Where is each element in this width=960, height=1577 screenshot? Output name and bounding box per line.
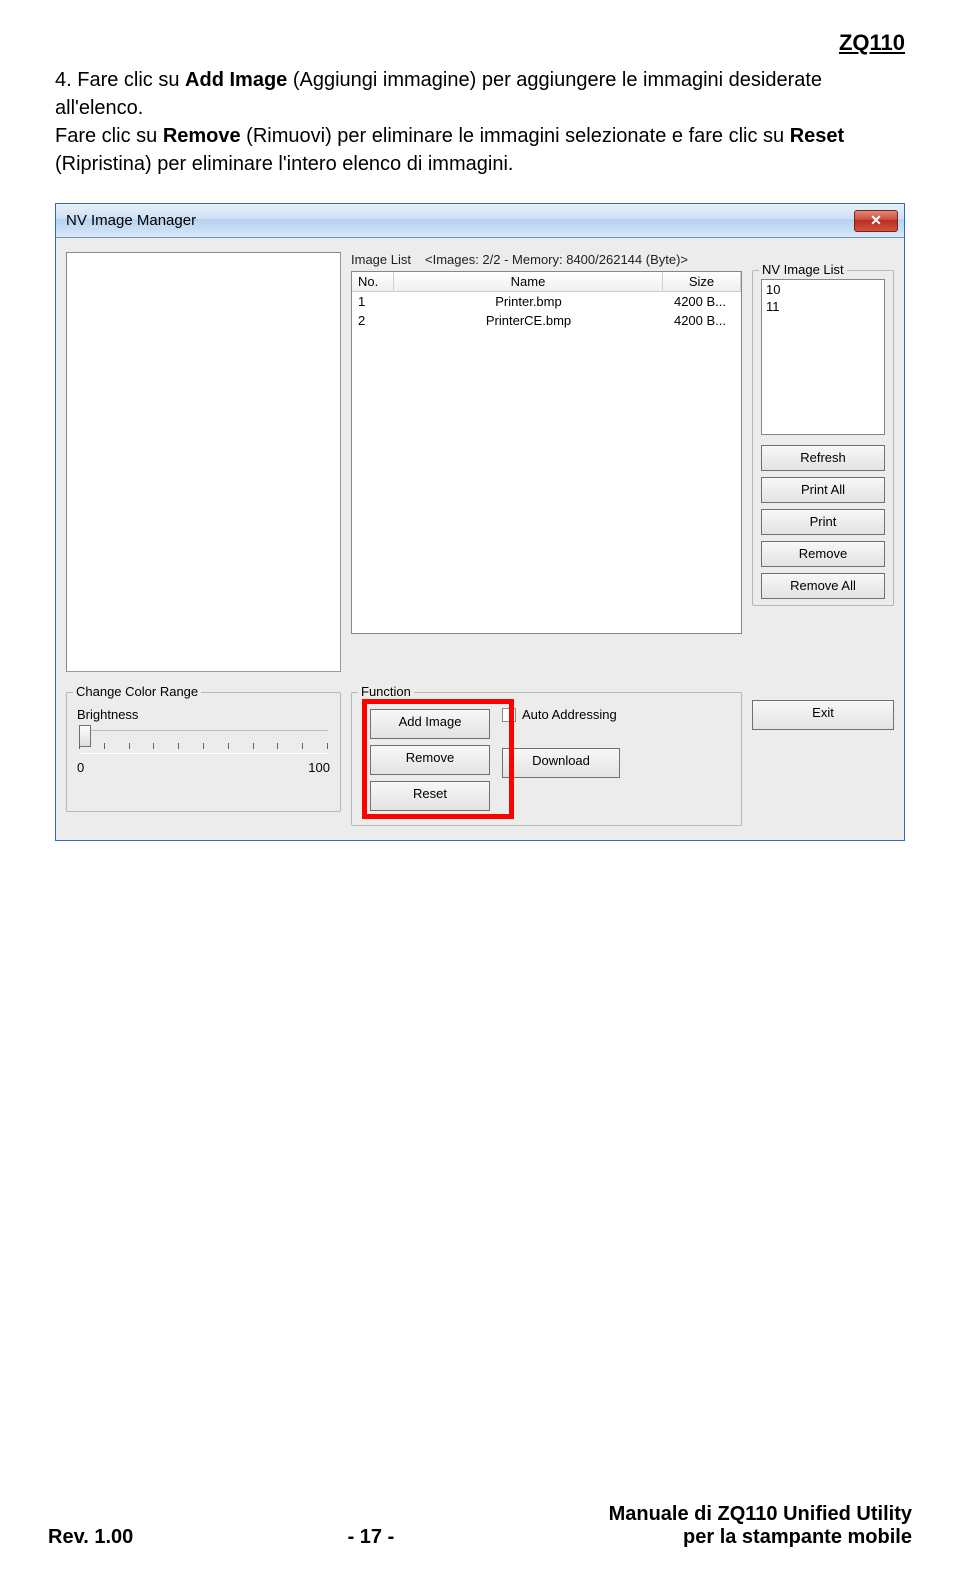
instr-prefix: 4. Fare clic su bbox=[55, 69, 185, 91]
footer-manual-l2: per la stampante mobile bbox=[609, 1526, 912, 1549]
cell-name: Printer.bmp bbox=[396, 294, 661, 309]
cell-name: PrinterCE.bmp bbox=[396, 313, 661, 328]
table-row[interactable]: 2 PrinterCE.bmp 4200 B... bbox=[352, 311, 741, 330]
close-button[interactable]: ✕ bbox=[854, 210, 898, 232]
instr-reset-bold: Reset bbox=[790, 125, 844, 147]
nv-list-legend: NV Image List bbox=[759, 262, 847, 277]
instr-remove-bold: Remove bbox=[163, 125, 241, 147]
auto-addressing-checkbox[interactable] bbox=[502, 708, 516, 722]
auto-addressing-row[interactable]: Auto Addressing bbox=[502, 707, 733, 722]
instr-l2-pre: Fare clic su bbox=[55, 125, 163, 147]
slider-max: 100 bbox=[308, 760, 330, 775]
list-item[interactable]: 10 bbox=[766, 282, 880, 299]
exit-button[interactable]: Exit bbox=[752, 700, 894, 730]
image-list-info: <Images: 2/2 - Memory: 8400/262144 (Byte… bbox=[425, 252, 688, 267]
remove-all-button[interactable]: Remove All bbox=[761, 573, 885, 599]
cell-size: 4200 B... bbox=[661, 294, 739, 309]
col-size[interactable]: Size bbox=[663, 272, 741, 291]
add-image-button[interactable]: Add Image bbox=[370, 709, 490, 739]
change-color-range-group: Change Color Range Brightness 0 100 bbox=[66, 692, 341, 812]
cell-size: 4200 B... bbox=[661, 313, 739, 328]
instruction-text: 4. Fare clic su Add Image (Aggiungi imma… bbox=[55, 66, 905, 178]
header-product-code: ZQ110 bbox=[55, 30, 905, 56]
auto-addressing-label: Auto Addressing bbox=[522, 707, 617, 722]
reset-button[interactable]: Reset bbox=[370, 781, 490, 811]
nv-image-list-group: NV Image List 10 11 Refresh Print All Pr… bbox=[752, 270, 894, 606]
table-row[interactable]: 1 Printer.bmp 4200 B... bbox=[352, 292, 741, 311]
close-icon: ✕ bbox=[870, 212, 882, 229]
instr-addimage-bold: Add Image bbox=[185, 69, 287, 91]
image-list-label: Image List bbox=[351, 252, 411, 267]
col-name[interactable]: Name bbox=[394, 272, 663, 291]
col-no[interactable]: No. bbox=[352, 272, 394, 291]
brightness-slider[interactable] bbox=[79, 730, 328, 754]
cell-no: 2 bbox=[354, 313, 396, 328]
list-item[interactable]: 11 bbox=[766, 299, 880, 316]
brightness-label: Brightness bbox=[77, 707, 332, 722]
nv-remove-button[interactable]: Remove bbox=[761, 541, 885, 567]
remove-button[interactable]: Remove bbox=[370, 745, 490, 775]
titlebar: NV Image Manager ✕ bbox=[56, 204, 904, 238]
cell-no: 1 bbox=[354, 294, 396, 309]
print-all-button[interactable]: Print All bbox=[761, 477, 885, 503]
page-footer: Rev. 1.00 - 17 - Manuale di ZQ110 Unifie… bbox=[48, 1503, 912, 1549]
image-preview-area bbox=[66, 252, 341, 672]
print-button[interactable]: Print bbox=[761, 509, 885, 535]
slider-min: 0 bbox=[77, 760, 84, 775]
image-list-column: Image List <Images: 2/2 - Memory: 8400/2… bbox=[351, 252, 742, 672]
footer-manual: Manuale di ZQ110 Unified Utility per la … bbox=[609, 1503, 912, 1549]
function-group: Function Add Image Remove Reset Auto Add… bbox=[351, 692, 742, 826]
instr-l2-mid: (Rimuovi) per eliminare le immagini sele… bbox=[241, 125, 790, 147]
refresh-button[interactable]: Refresh bbox=[761, 445, 885, 471]
download-button[interactable]: Download bbox=[502, 748, 620, 778]
instr-l2-end: (Ripristina) per eliminare l'intero elen… bbox=[55, 153, 513, 175]
nv-image-manager-window: NV Image Manager ✕ Image List <Images: 2… bbox=[55, 203, 905, 841]
nv-image-listbox[interactable]: 10 11 bbox=[761, 279, 885, 435]
footer-manual-l1: Manuale di ZQ110 Unified Utility bbox=[609, 1503, 912, 1526]
function-legend: Function bbox=[358, 684, 414, 699]
footer-rev: Rev. 1.00 bbox=[48, 1526, 133, 1549]
footer-page: - 17 - bbox=[348, 1526, 395, 1549]
right-column: NV Image List 10 11 Refresh Print All Pr… bbox=[752, 252, 894, 672]
image-list-table[interactable]: No. Name Size 1 Printer.bmp 4200 B... 2 … bbox=[351, 271, 742, 634]
color-range-legend: Change Color Range bbox=[73, 684, 201, 699]
window-title: NV Image Manager bbox=[66, 212, 854, 229]
